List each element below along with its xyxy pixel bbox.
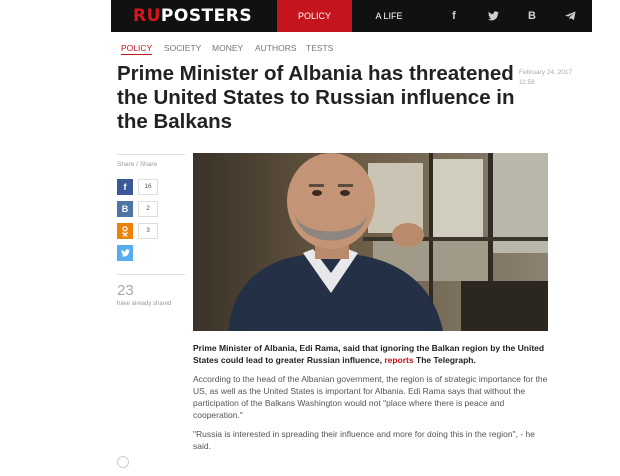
subnav-item-authors[interactable]: AUTHORS [255, 42, 297, 54]
facebook-icon[interactable]: f [443, 0, 465, 32]
article-lead-text: Prime Minister of Albania, Edi Rama, sai… [193, 343, 545, 365]
subnav-item-society[interactable]: SOCIETY [164, 42, 201, 54]
telegram-icon[interactable] [559, 0, 581, 32]
share-total-label: have already shared [117, 301, 172, 307]
subnav-item-policy[interactable]: POLICY [121, 42, 153, 55]
article-date-day: February 24, 2017 [519, 69, 573, 76]
vk-share-count: 2 [138, 201, 158, 217]
article-paragraph-1: According to the head of the Albanian go… [193, 374, 548, 420]
article-source-link[interactable]: reports [384, 355, 413, 365]
odnoklassniki-share-button[interactable] [117, 223, 133, 239]
nav-item-policy[interactable]: POLICY [277, 0, 352, 32]
article-date-time: 11:58 [519, 79, 535, 86]
article-source-name: The Telegraph. [416, 355, 476, 365]
twitter-icon[interactable] [482, 0, 504, 32]
share-top-divider [117, 154, 185, 155]
subnav-item-money[interactable]: MONEY [212, 42, 243, 54]
share-bottom-divider [117, 274, 185, 275]
scroll-indicator-icon [117, 456, 129, 468]
facebook-share-button[interactable]: f [117, 179, 133, 195]
article-photo [193, 153, 548, 331]
vk-share-button[interactable]: B [117, 201, 133, 217]
vk-icon[interactable]: B [521, 0, 543, 32]
facebook-share-count: 16 [138, 179, 158, 195]
article-lead: Prime Minister of Albania, Edi Rama, sai… [193, 342, 548, 366]
share-label: Share / Share [117, 161, 158, 168]
share-total-count: 23 [117, 282, 134, 299]
nav-item-a-life[interactable]: A LIFE [359, 0, 419, 32]
article-title: Prime Minister of Albania has threatened… [117, 62, 515, 133]
article-paragraph-2: "Russia is interested in spreading their… [193, 429, 535, 451]
subnav-item-tests[interactable]: TESTS [306, 42, 333, 54]
top-bar: RUPOSTERS POLICY A LIFE f B [111, 0, 592, 32]
twitter-share-button[interactable] [117, 245, 133, 261]
odnoklassniki-share-count: 3 [138, 223, 158, 239]
article-date: February 24, 2017 11:58 [519, 68, 572, 88]
site-logo[interactable]: RUPOSTERS [133, 5, 252, 27]
